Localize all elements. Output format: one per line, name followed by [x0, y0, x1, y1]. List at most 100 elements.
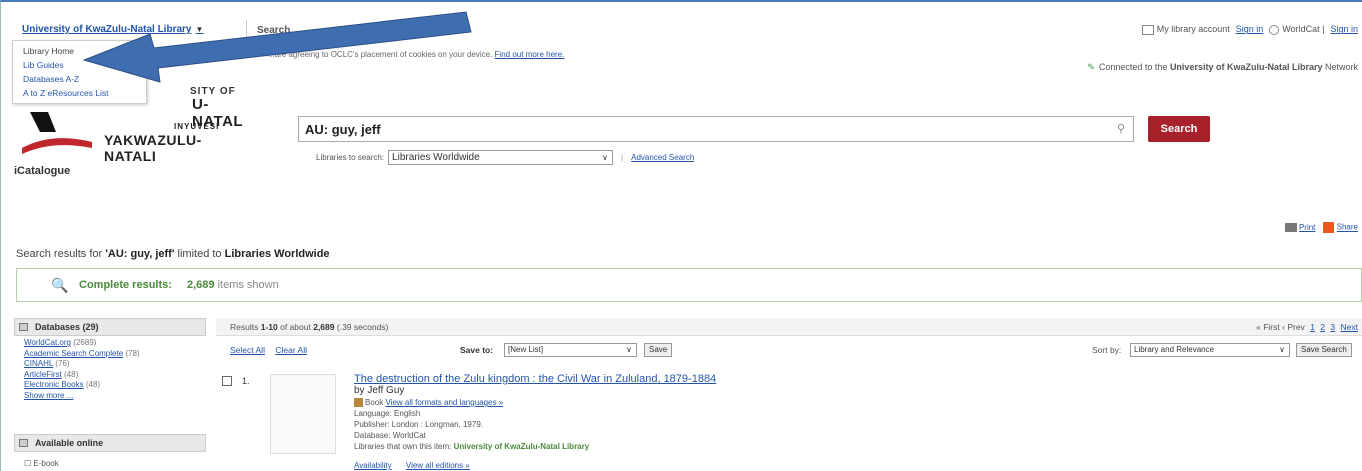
search-icon[interactable]: ⚲ — [1117, 122, 1125, 135]
page-2[interactable]: 2 — [1320, 322, 1325, 332]
availability-link[interactable]: Availability — [354, 461, 392, 470]
chevron-down-icon[interactable]: ∨ — [626, 344, 632, 356]
list-item[interactable]: Academic Search Complete (78) — [24, 349, 140, 360]
menu-item-library-home[interactable]: Library Home — [13, 44, 146, 58]
result-checkbox[interactable] — [222, 376, 232, 386]
database-link[interactable]: Electronic Books — [24, 380, 84, 389]
page-1[interactable]: 1 — [1310, 322, 1315, 332]
save-list-select[interactable]: [New List] ∨ — [504, 343, 637, 357]
list-item[interactable]: Electronic Books (48) — [24, 380, 140, 391]
select-all-link[interactable]: Select All — [230, 345, 265, 355]
divider: | — [621, 153, 624, 162]
complete-results-banner: 🔍 Complete results: 2,689 items shown — [16, 268, 1362, 302]
clear-all-link[interactable]: Clear All — [275, 345, 307, 355]
result-actions: Availability View all editions » — [354, 461, 482, 470]
cookie-notice: ...are agreeing to OCLC's placement of c… — [268, 50, 564, 59]
list-item[interactable]: WorldCat.org (2689) — [24, 338, 140, 349]
chevron-down-icon[interactable]: ∨ — [1279, 344, 1285, 356]
cookie-link[interactable]: Find out more here. — [495, 50, 565, 59]
show-more-link[interactable]: Show more ... — [24, 391, 73, 400]
globe-icon — [1269, 24, 1280, 35]
results-prefix: Results — [230, 322, 259, 332]
database-link[interactable]: WorldCat.org — [24, 338, 71, 347]
selection-links: Select All Clear All — [230, 345, 315, 355]
university-logo[interactable]: SITY OF U-NATAL INYUVESI YAKWAZULU-NATAL… — [22, 86, 252, 164]
results-for-prefix: Search results for — [16, 248, 103, 260]
holdings-line: Libraries that own this item: University… — [354, 441, 716, 452]
list-item[interactable]: ArticleFirst (48) — [24, 370, 140, 381]
menu-item-databases[interactable]: Databases A-Z — [13, 72, 146, 86]
list-item[interactable]: Show more ... — [24, 391, 140, 402]
online-title[interactable]: Available online — [35, 438, 103, 448]
database-link[interactable]: CINAHL — [24, 359, 53, 368]
sort-value[interactable]: Library and Relevance — [1134, 345, 1214, 354]
save-list-value[interactable]: [New List] — [508, 345, 543, 354]
results-header: Results 1-10 of about 2,689 (.39 seconds… — [216, 318, 1362, 336]
share-link[interactable]: Share — [1337, 223, 1358, 232]
book-cover-thumbnail[interactable] — [270, 374, 336, 454]
print-tool[interactable]: Print — [1284, 223, 1315, 233]
save-search-button[interactable]: Save Search — [1296, 343, 1352, 357]
pagination: « First ‹ Prev 1 2 3 Next — [1256, 318, 1358, 336]
print-link[interactable]: Print — [1299, 223, 1315, 232]
prev-page[interactable]: ‹ Prev — [1282, 322, 1305, 332]
printer-icon[interactable] — [1284, 223, 1297, 233]
result-number: 1. — [242, 376, 250, 386]
advanced-search-link[interactable]: Advanced Search — [631, 153, 694, 162]
library-selector[interactable]: University of KwaZulu-Natal Library ▼ — [22, 24, 203, 35]
connected-prefix: Connected to the — [1098, 62, 1168, 72]
database-count: (2689) — [73, 338, 97, 347]
database-link[interactable]: Academic Search Complete — [24, 349, 123, 358]
connected-suffix: Network — [1324, 62, 1358, 72]
worldcat-sign-in-link[interactable]: Sign in — [1330, 24, 1358, 34]
logo-line-4: YAKWAZULU-NATALI — [104, 132, 202, 164]
menu-item-lib-guides[interactable]: Lib Guides — [13, 58, 146, 72]
next-page[interactable]: Next — [1341, 322, 1358, 332]
search-query[interactable]: AU: guy, jeff — [305, 122, 381, 137]
results-summary: Search results for 'AU: guy, jeff' limit… — [16, 248, 330, 260]
worldcat-item: WorldCat | — [1269, 24, 1324, 35]
collapse-icon[interactable] — [19, 323, 28, 331]
database-link[interactable]: ArticleFirst — [24, 370, 62, 379]
menu-item-eresources[interactable]: A to Z eResources List — [13, 86, 146, 100]
save-to-label: Save to: — [460, 345, 494, 355]
first-page[interactable]: « First — [1256, 322, 1280, 332]
save-button[interactable]: Save — [644, 343, 673, 357]
result-language: Language: English — [354, 409, 421, 418]
sign-in-link[interactable]: Sign in — [1236, 24, 1264, 34]
complete-suffix: items shown — [217, 279, 279, 291]
page-3[interactable]: 3 — [1330, 322, 1335, 332]
databases-title[interactable]: Databases (29) — [35, 322, 99, 332]
library-menu: Library Home Lib Guides Databases A-Z A … — [12, 40, 147, 104]
magnifier-icon: 🔍 — [51, 277, 69, 293]
chevron-down-icon[interactable]: ∨ — [602, 151, 608, 164]
connected-status: ✎ Connected to the University of KwaZulu-… — [1087, 62, 1358, 73]
formats-link[interactable]: View all formats and languages » — [385, 398, 503, 407]
results-for-query: 'AU: guy, jeff' — [105, 248, 175, 260]
search-button[interactable]: Search — [1148, 116, 1210, 142]
share-tool[interactable]: Share — [1323, 222, 1358, 233]
share-icon[interactable] — [1323, 222, 1335, 233]
search-tab[interactable]: Search — [246, 20, 290, 42]
editions-link[interactable]: View all editions » — [406, 461, 470, 470]
chevron-down-icon[interactable]: ▼ — [195, 25, 203, 34]
ebook-label[interactable]: E-book — [33, 459, 58, 468]
available-online-facet-header[interactable]: Available online — [14, 434, 206, 452]
ebook-filter[interactable]: ☐ E-book — [24, 459, 59, 468]
result-title-link[interactable]: The destruction of the Zulu kingdom : th… — [354, 373, 716, 385]
list-item[interactable]: CINAHL (76) — [24, 359, 140, 370]
collapse-icon[interactable] — [19, 439, 28, 447]
library-name[interactable]: University of KwaZulu-Natal Library — [22, 24, 191, 35]
libraries-value[interactable]: Libraries Worldwide — [392, 152, 480, 163]
complete-count: 2,689 — [187, 279, 215, 291]
databases-facet-header[interactable]: Databases (29) — [14, 318, 206, 336]
library-icon — [1141, 24, 1154, 35]
result-details: The destruction of the Zulu kingdom : th… — [354, 373, 716, 452]
search-input[interactable]: AU: guy, jeff ⚲ — [298, 116, 1134, 142]
database-count: (78) — [125, 348, 140, 358]
result-author: by Jeff Guy — [354, 385, 405, 396]
libraries-select[interactable]: Libraries Worldwide ∨ — [388, 150, 614, 165]
database-count: (76) — [55, 359, 70, 368]
sort-select[interactable]: Library and Relevance ∨ — [1130, 343, 1290, 357]
database-count: (48) — [85, 380, 101, 389]
